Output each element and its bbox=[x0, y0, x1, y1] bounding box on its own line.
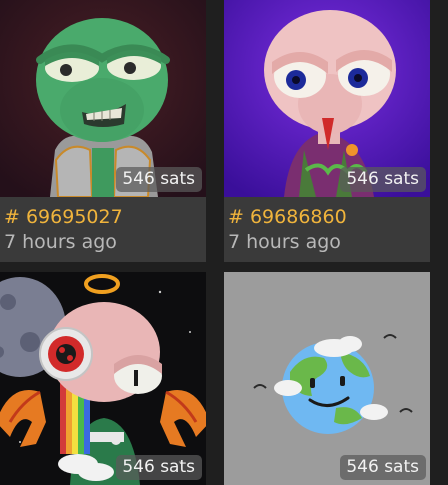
inscription-number[interactable]: # 69695027 bbox=[4, 206, 123, 228]
price-badge: 546 sats bbox=[116, 455, 202, 480]
card-artwork-pink-alien[interactable]: 546 sats bbox=[224, 0, 430, 197]
inscription-grid: 546 sats # 69695027 7 hours ago 546 sats… bbox=[0, 0, 448, 485]
card-artwork-smiling-earth[interactable]: 546 sats bbox=[224, 272, 430, 485]
card-artwork-green-alien[interactable]: 546 sats bbox=[0, 0, 206, 197]
card-info: # 69686860 7 hours ago bbox=[224, 197, 430, 262]
inscription-age: 7 hours ago bbox=[228, 231, 341, 253]
inscription-card[interactable]: 546 sats # 69695027 7 hours ago bbox=[0, 0, 206, 262]
inscription-card[interactable]: 546 sats # 69686860 7 hours ago bbox=[224, 0, 430, 262]
inscription-number[interactable]: # 69686860 bbox=[228, 206, 347, 228]
price-badge: 546 sats bbox=[340, 455, 426, 480]
card-info: # 69695027 7 hours ago bbox=[0, 197, 206, 262]
card-artwork-winged-alien[interactable]: 546 sats bbox=[0, 272, 206, 485]
price-badge: 546 sats bbox=[116, 167, 202, 192]
inscription-card[interactable]: 546 sats bbox=[224, 272, 430, 485]
price-badge: 546 sats bbox=[340, 167, 426, 192]
inscription-age: 7 hours ago bbox=[4, 231, 117, 253]
inscription-card[interactable]: 546 sats bbox=[0, 272, 206, 485]
